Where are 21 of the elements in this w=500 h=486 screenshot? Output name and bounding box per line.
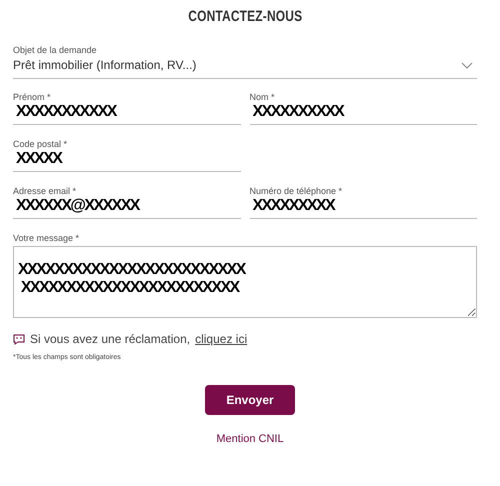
cnil-link[interactable]: Mention CNIL bbox=[216, 433, 284, 445]
message-field[interactable]: XXXXXXXXXXXXXXXXXXXXXXXXX XXXXXXXXXXXXXXXXXXXXXXXX bbox=[13, 246, 477, 318]
speech-bubble-icon bbox=[13, 334, 25, 344]
field-label: Prénom * bbox=[13, 92, 52, 102]
input-field[interactable]: XXXXXXXXXXX bbox=[13, 102, 240, 125]
field-label: Code postal * bbox=[13, 139, 68, 149]
field-label: Nom * bbox=[250, 92, 276, 102]
form-title: CONTACTEZ-NOUS bbox=[188, 8, 302, 25]
field-label: Adresse email * bbox=[13, 186, 78, 196]
complaint-text: Si vous avez une réclamation, bbox=[30, 332, 190, 346]
field-label: Objet de la demande bbox=[13, 45, 98, 55]
select-field[interactable]: Prêt immobilier (Information, RV...) bbox=[13, 55, 477, 79]
field-label: Votre message * bbox=[13, 233, 80, 243]
chevron-icon bbox=[461, 62, 473, 68]
input-field[interactable]: XXXXXXXXX bbox=[250, 196, 477, 219]
input-field[interactable]: XXXXX bbox=[13, 149, 240, 172]
field-label: Numéro de téléphone * bbox=[250, 186, 344, 196]
input-field[interactable]: XXXXXXXXXX bbox=[250, 102, 477, 125]
complaint-link[interactable]: cliquez ici bbox=[195, 332, 248, 346]
submit-button[interactable]: Envoyer bbox=[205, 385, 295, 415]
input-field[interactable]: XXXXXX@XXXXXX bbox=[13, 196, 240, 219]
